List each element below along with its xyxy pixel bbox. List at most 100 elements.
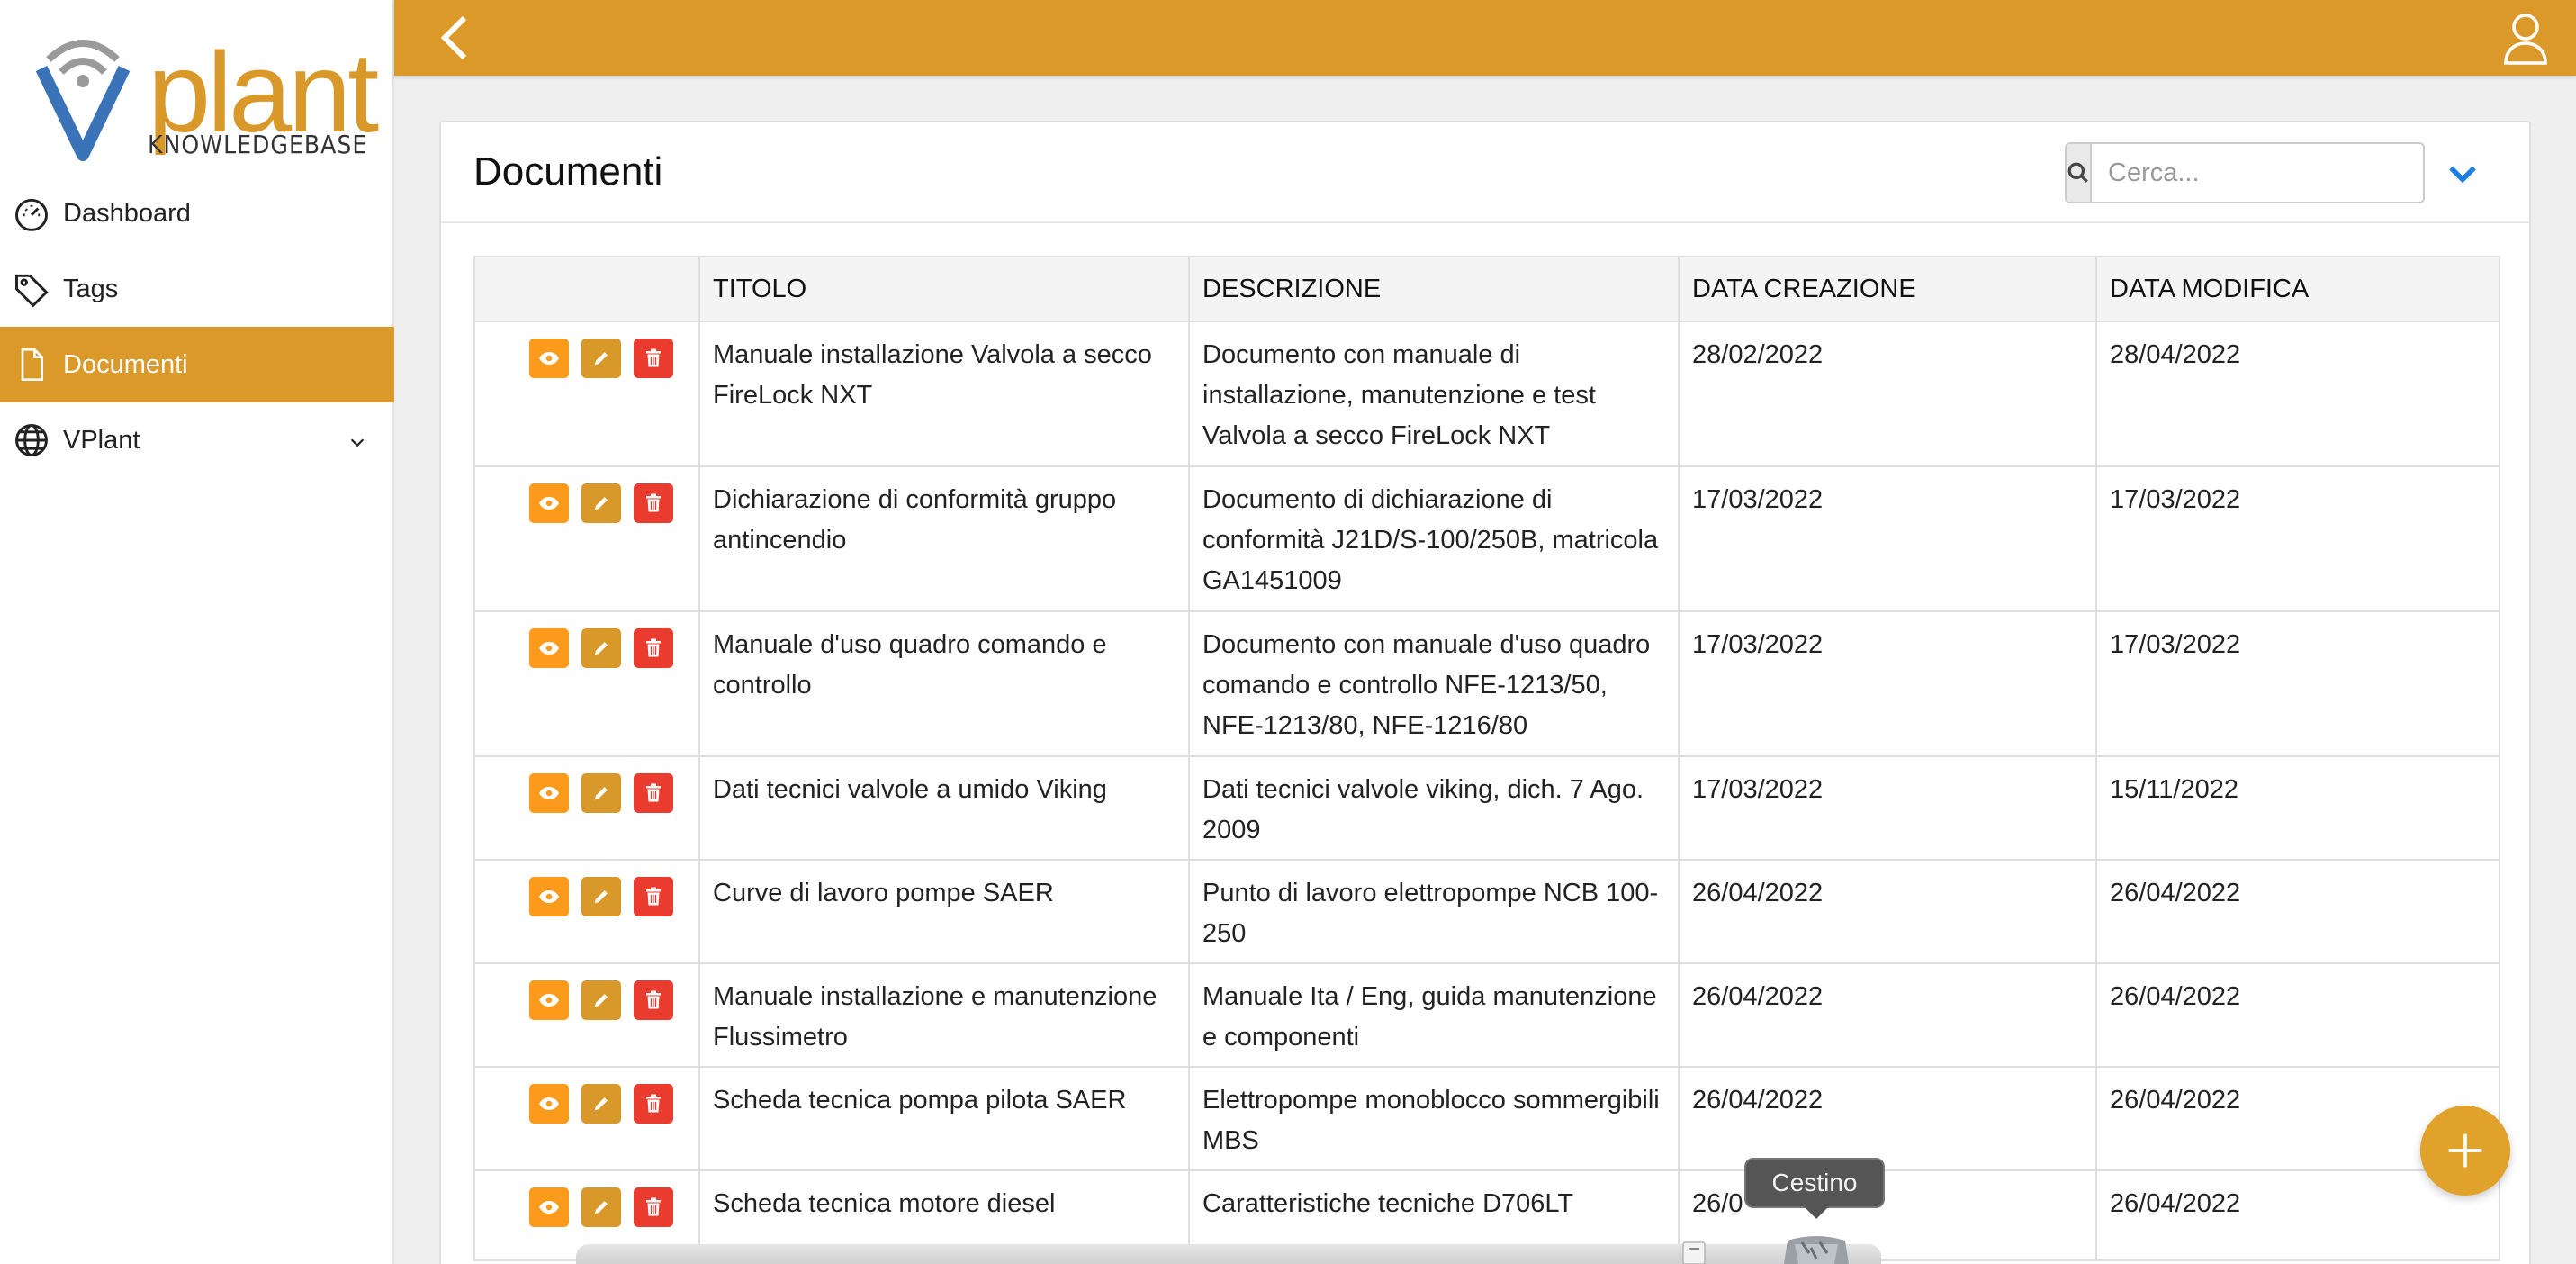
cell-data-modifica: 17/03/2022 (2095, 610, 2500, 757)
eye-icon (539, 890, 559, 903)
delete-button[interactable] (634, 773, 673, 813)
cell-data-creazione: 26/04/2022 (1678, 1066, 2097, 1171)
edit-button[interactable] (581, 773, 621, 813)
gauge-icon (11, 193, 52, 234)
delete-button[interactable] (634, 1187, 673, 1227)
cell-titolo[interactable]: Manuale d'uso quadro comando e controllo (698, 610, 1190, 757)
cell-data-creazione: 26/04/2022 (1678, 859, 2097, 964)
card-header: Documenti (441, 122, 2529, 223)
chevron-down-icon[interactable] (2443, 153, 2482, 193)
cell-descrizione: Manuale Ita / Eng, guida manutenzione e … (1188, 962, 1680, 1068)
pencil-icon (594, 994, 608, 1007)
trash-dock-icon[interactable] (1775, 1233, 1858, 1264)
delete-button[interactable] (634, 980, 673, 1020)
cell-data-creazione: 17/03/2022 (1678, 755, 2097, 861)
cell-titolo[interactable]: Curve di lavoro pompe SAER (698, 859, 1190, 964)
trash-icon (646, 493, 661, 512)
sidebar-nav: Dashboard Tags Documenti VPlant (0, 176, 394, 478)
view-button[interactable] (529, 980, 569, 1020)
back-arrow-icon[interactable] (437, 13, 473, 63)
search-input[interactable] (2092, 144, 2423, 202)
row-actions (473, 465, 700, 612)
row-actions (473, 859, 700, 964)
sidebar: plant KNOWLEDGEBASE Dashboard Tags Docum… (0, 0, 394, 1264)
sidebar-item-label: Dashboard (63, 198, 191, 228)
cell-descrizione: Elettropompe monoblocco sommergibili MBS (1188, 1066, 1680, 1171)
table-row: Manuale installazione Valvola a secco Fi… (473, 321, 2500, 467)
cell-titolo[interactable]: Dichiarazione di conformità gruppo antin… (698, 465, 1190, 612)
view-button[interactable] (529, 339, 569, 378)
edit-button[interactable] (581, 980, 621, 1020)
chevron-down-icon[interactable] (347, 429, 367, 459)
sidebar-item-documenti[interactable]: Documenti (0, 327, 394, 402)
delete-button[interactable] (634, 339, 673, 378)
eye-icon (539, 642, 559, 655)
delete-button[interactable] (634, 877, 673, 916)
eye-icon (539, 1201, 559, 1214)
plus-icon (2448, 1133, 2482, 1168)
row-actions (473, 321, 700, 467)
edit-button[interactable] (581, 339, 621, 378)
delete-button[interactable] (634, 1084, 673, 1124)
wifi-v-logo-icon (36, 40, 131, 161)
cell-data-creazione: 17/03/2022 (1678, 610, 2097, 757)
cell-data-modifica: 28/04/2022 (2095, 321, 2500, 467)
search-box (2065, 142, 2425, 203)
table-row: Manuale installazione e manutenzione Flu… (473, 962, 2500, 1068)
dock-tooltip: Cestino (1744, 1158, 1885, 1219)
sidebar-item-dashboard[interactable]: Dashboard (0, 176, 394, 251)
cell-descrizione: Dati tecnici valvole viking, dich. 7 Ago… (1188, 755, 1680, 861)
user-icon[interactable] (2502, 11, 2549, 65)
sidebar-item-tags[interactable]: Tags (0, 251, 394, 327)
top-bar (394, 0, 2576, 76)
table-row: Dati tecnici valvole a umido Viking Dati… (473, 755, 2500, 861)
view-button[interactable] (529, 1084, 569, 1124)
search-icon[interactable] (2067, 144, 2092, 202)
sidebar-item-vplant[interactable]: VPlant (0, 402, 394, 478)
edit-button[interactable] (581, 1187, 621, 1227)
table-row: Curve di lavoro pompe SAER Punto di lavo… (473, 859, 2500, 964)
vplant-logo[interactable]: plant KNOWLEDGEBASE (36, 27, 379, 162)
column-header-data-modifica[interactable]: DATA MODIFICA (2095, 256, 2500, 322)
row-actions (473, 1066, 700, 1171)
add-document-button[interactable] (2420, 1106, 2510, 1196)
table-header-row: TITOLO DESCRIZIONE DATA CREAZIONE DATA M… (473, 256, 2500, 322)
documents-table: TITOLO DESCRIZIONE DATA CREAZIONE DATA M… (473, 256, 2500, 1261)
trash-icon (646, 990, 661, 1009)
delete-button[interactable] (634, 483, 673, 523)
dock-app-icon[interactable] (1678, 1239, 1710, 1264)
column-header-descrizione[interactable]: DESCRIZIONE (1188, 256, 1680, 322)
view-button[interactable] (529, 628, 569, 668)
cell-descrizione: Punto di lavoro elettropompe NCB 100-250 (1188, 859, 1680, 964)
view-button[interactable] (529, 483, 569, 523)
cell-titolo[interactable]: Manuale installazione e manutenzione Flu… (698, 962, 1190, 1068)
cell-titolo[interactable]: Scheda tecnica pompa pilota SAER (698, 1066, 1190, 1171)
eye-icon (539, 994, 559, 1007)
view-button[interactable] (529, 773, 569, 813)
view-button[interactable] (529, 877, 569, 916)
edit-button[interactable] (581, 1084, 621, 1124)
row-actions (473, 962, 700, 1068)
row-actions (473, 610, 700, 757)
cell-descrizione: Documento con manuale di installazione, … (1188, 321, 1680, 467)
column-header-titolo[interactable]: TITOLO (698, 256, 1190, 322)
view-button[interactable] (529, 1187, 569, 1227)
cell-data-modifica: 17/03/2022 (2095, 465, 2500, 612)
sidebar-item-label: VPlant (63, 425, 140, 455)
edit-button[interactable] (581, 483, 621, 523)
table-row: Dichiarazione di conformità gruppo antin… (473, 465, 2500, 612)
edit-button[interactable] (581, 628, 621, 668)
cell-data-creazione: 17/03/2022 (1678, 465, 2097, 612)
column-header-data-creazione[interactable]: DATA CREAZIONE (1678, 256, 2097, 322)
edit-button[interactable] (581, 877, 621, 916)
trash-icon (646, 638, 661, 657)
delete-button[interactable] (634, 628, 673, 668)
trash-icon (646, 783, 661, 802)
cell-titolo[interactable]: Manuale installazione Valvola a secco Fi… (698, 321, 1190, 467)
cell-titolo[interactable]: Dati tecnici valvole a umido Viking (698, 755, 1190, 861)
cell-data-creazione: 28/02/2022 (1678, 321, 2097, 467)
eye-icon (539, 1097, 559, 1110)
cell-descrizione: Documento di dichiarazione di conformità… (1188, 465, 1680, 612)
sidebar-item-label: Documenti (63, 349, 188, 379)
documents-card: Documenti TITOLO DESCRIZIONE DATA CREAZI… (439, 121, 2531, 1264)
